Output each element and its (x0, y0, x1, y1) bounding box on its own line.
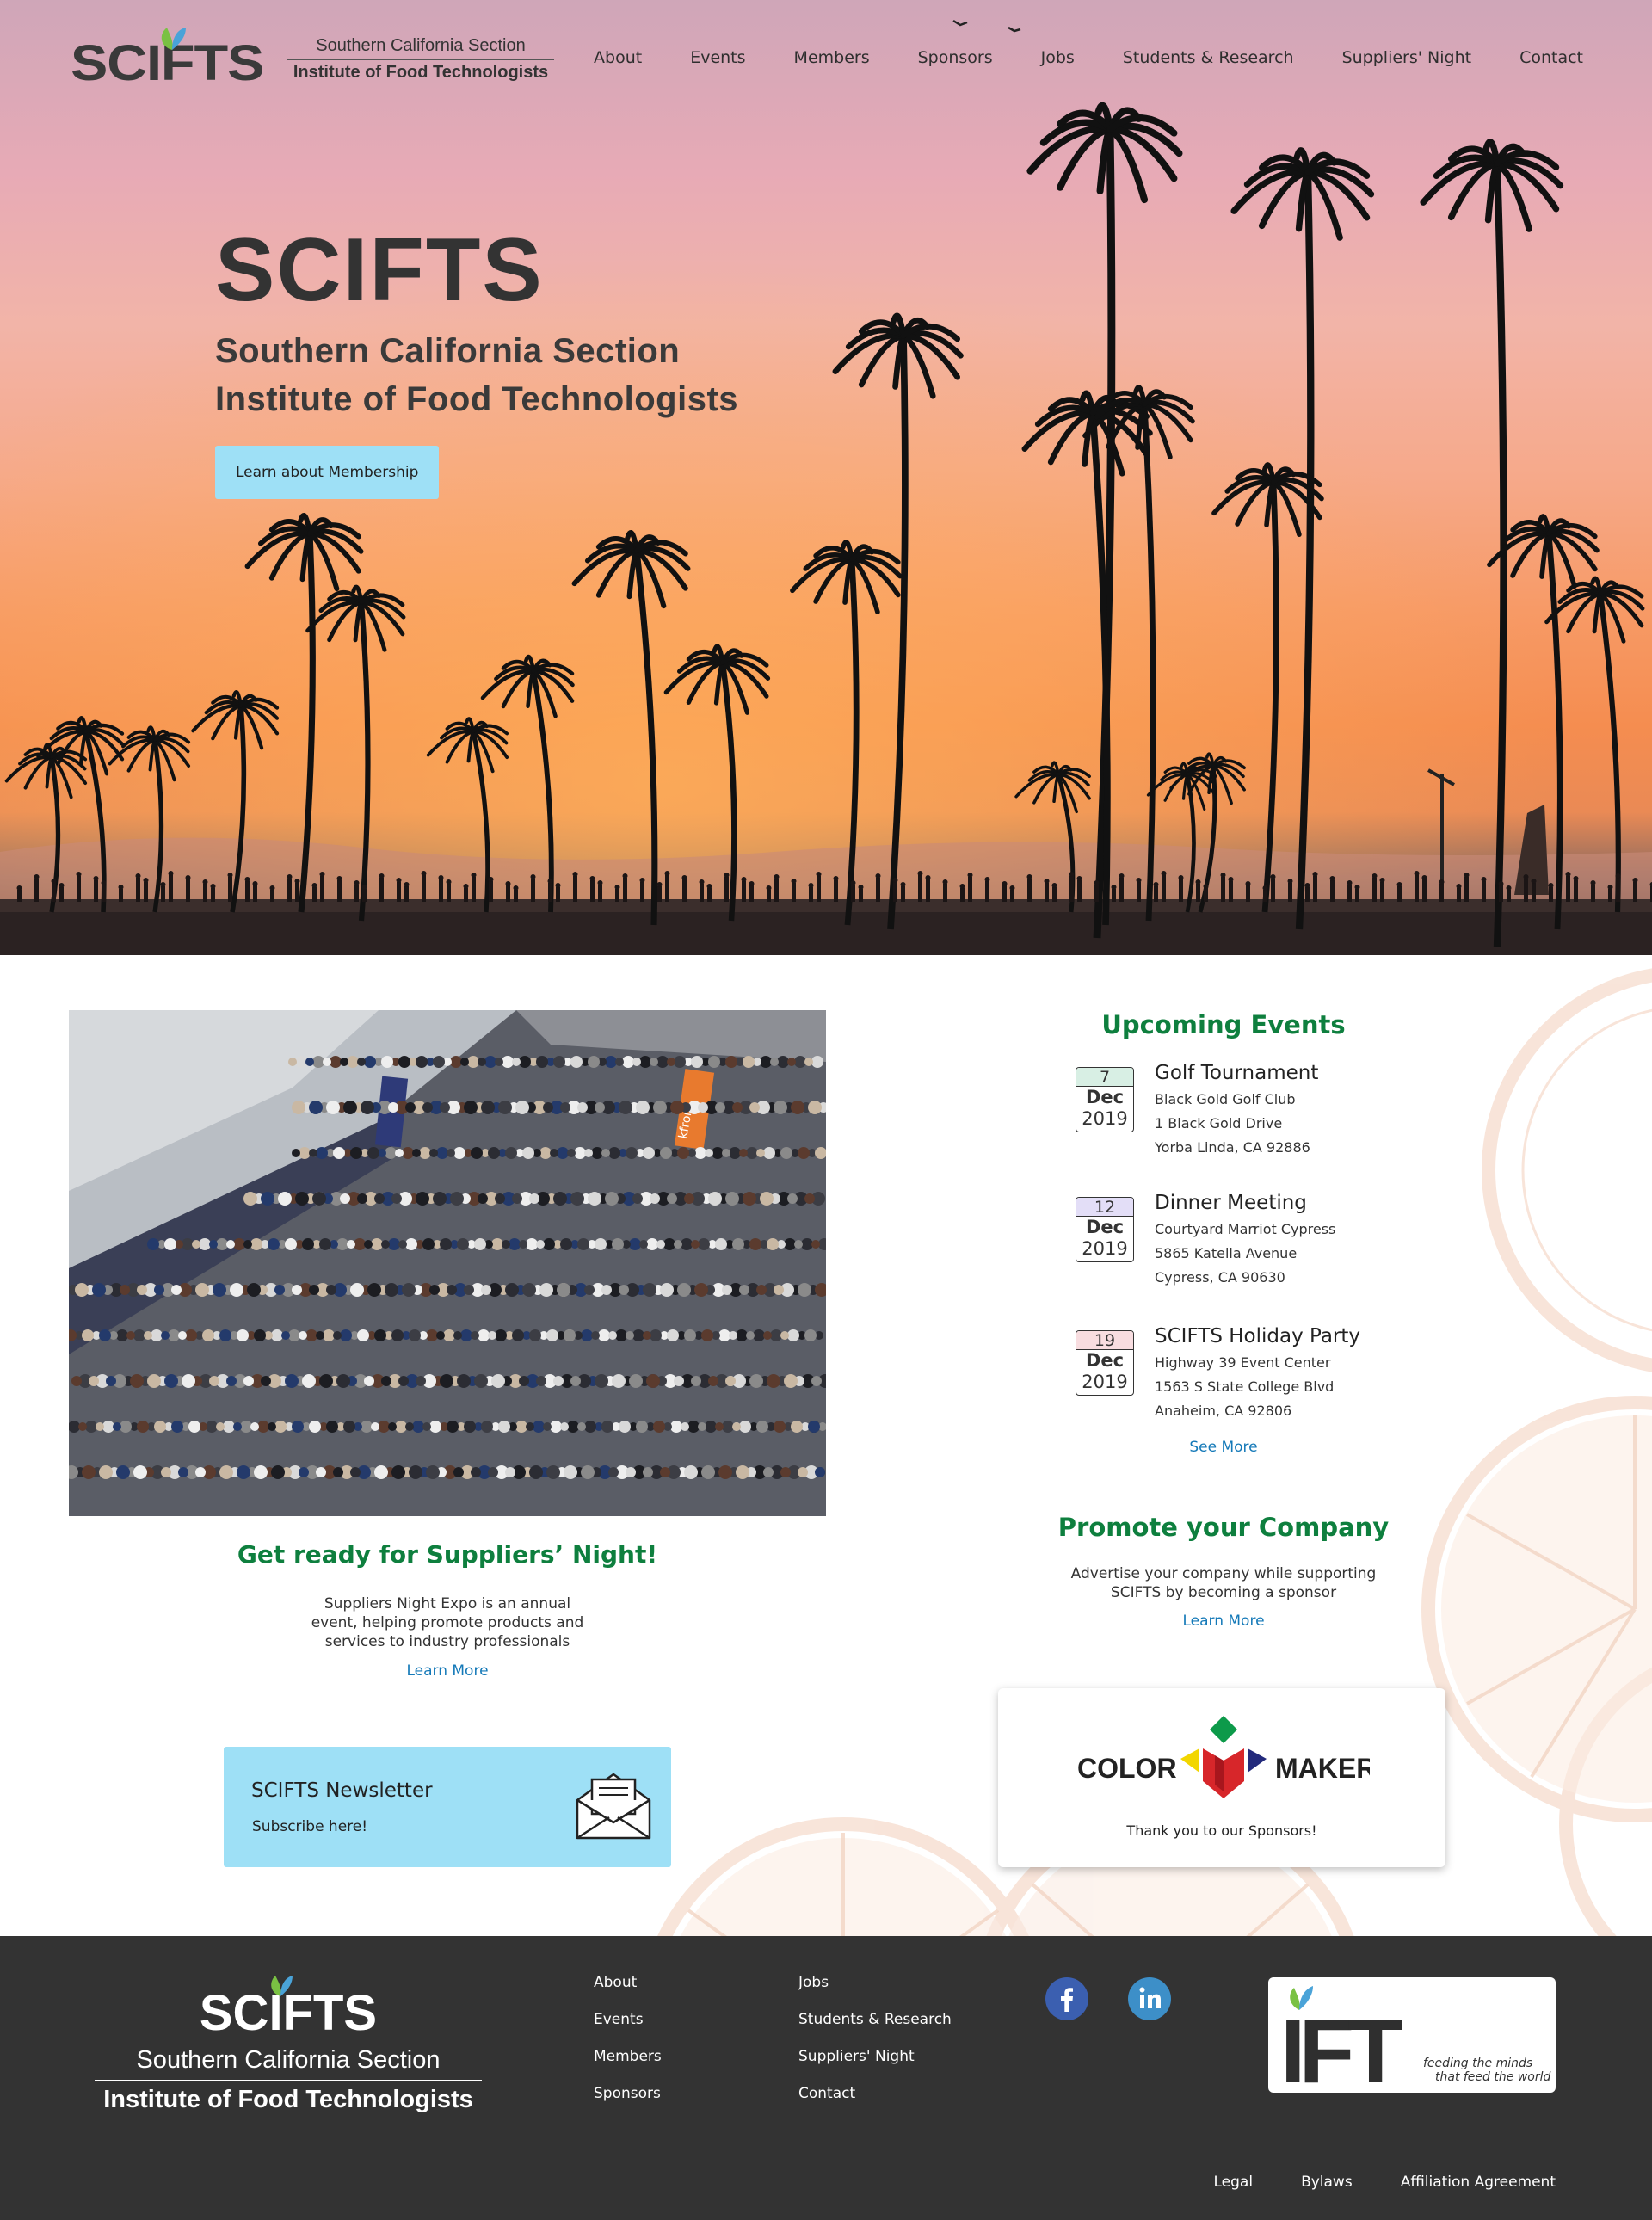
color-maker-logo: COLOR MAKER (1077, 1716, 1370, 1798)
nav-students-research[interactable]: Students & Research (1123, 48, 1294, 67)
ift-tagline-1: feeding the minds (1423, 2057, 1532, 2070)
sponsor-card[interactable]: COLOR MAKER Thank you to our Sponsors! (998, 1688, 1446, 1867)
logo-line1: Southern California Section (287, 36, 554, 60)
ift-logo-text: IFT (1280, 2001, 1402, 2093)
sponsor-logo-right: MAKER (1275, 1753, 1370, 1784)
event-day: 19 (1076, 1331, 1133, 1350)
suppliers-night-title: Get ready for Suppliers’ Night! (237, 1540, 658, 1569)
nav-sponsors[interactable]: Sponsors (918, 48, 993, 67)
event-month: Dec (1085, 1217, 1125, 1237)
promote-company-title: Promote your Company (1057, 1513, 1390, 1542)
event-item-holiday-party[interactable]: 19 Dec 2019 SCIFTS Holiday Party Highway… (1076, 1325, 1437, 1428)
event-street: 1563 S State College Blvd (1155, 1378, 1335, 1395)
membership-button[interactable]: Learn about Membership (215, 446, 440, 499)
footer-link-students-research[interactable]: Students & Research (798, 2011, 952, 2028)
bylaws-link[interactable]: Bylaws (1301, 2174, 1353, 2191)
event-month: Dec (1085, 1350, 1125, 1371)
event-street: 1 Black Gold Drive (1155, 1115, 1283, 1132)
suppliers-night-photo: kfront (69, 1010, 826, 1516)
footer-link-suppliers-night[interactable]: Suppliers' Night (798, 2048, 952, 2065)
promote-company-learn-more[interactable]: Learn More (1051, 1613, 1396, 1630)
footer-link-contact[interactable]: Contact (798, 2085, 952, 2102)
newsletter-title: SCIFTS Newsletter (251, 1779, 433, 1802)
footer-link-events[interactable]: Events (594, 2011, 662, 2028)
footer-nav-col2: Jobs Students & Research Suppliers' Nigh… (798, 1974, 952, 2122)
calendar-icon: 19 Dec 2019 (1076, 1330, 1134, 1396)
newsletter-signup[interactable]: SCIFTS Newsletter Subscribe here! (224, 1747, 671, 1867)
hero-section: SCIFTS Southern California Section Insti… (0, 0, 1652, 955)
sponsor-logo-left: COLOR (1077, 1753, 1177, 1784)
newsletter-subtitle: Subscribe here! (252, 1818, 368, 1835)
event-year: 2019 (1082, 1372, 1128, 1392)
legal-links: Legal Bylaws Affiliation Agreement (1165, 2174, 1556, 2191)
nav-contact[interactable]: Contact (1519, 48, 1583, 67)
event-year: 2019 (1082, 1108, 1128, 1129)
event-venue: Highway 39 Event Center (1155, 1354, 1331, 1371)
nav-events[interactable]: Events (690, 48, 745, 67)
event-item-golf-tournament[interactable]: 7 Dec 2019 Golf Tournament Black Gold Go… (1076, 1062, 1437, 1165)
nav-suppliers-night[interactable]: Suppliers' Night (1342, 48, 1472, 67)
expo-crowd-image: kfront (69, 1010, 826, 1516)
footer-nav-col1: About Events Members Sponsors (594, 1974, 662, 2122)
ift-logo-card[interactable]: IFT feeding the minds that feed the worl… (1268, 1977, 1556, 2102)
facebook-icon[interactable] (1045, 1977, 1088, 2020)
event-day: 12 (1076, 1198, 1133, 1217)
event-name: Golf Tournament (1155, 1062, 1319, 1084)
suppliers-night-learn-more[interactable]: Learn More (69, 1662, 826, 1680)
legal-link[interactable]: Legal (1213, 2174, 1253, 2191)
see-more-events-link[interactable]: See More (1051, 1439, 1396, 1456)
footer-link-jobs[interactable]: Jobs (798, 1974, 952, 1991)
footer-logo-line2: Institute of Food Technologists (103, 2086, 473, 2113)
ift-tagline-2: that feed the world (1435, 2070, 1550, 2084)
event-venue: Courtyard Marriot Cypress (1155, 1221, 1336, 1237)
envelope-icon (576, 1773, 651, 1840)
footer-logo[interactable]: SCIFTS Southern California Section Insti… (95, 1972, 482, 2114)
upcoming-events-title: Upcoming Events (1101, 1010, 1346, 1039)
hero-subtitle-line1: Southern California Section (215, 332, 681, 370)
event-month: Dec (1085, 1087, 1125, 1107)
site-logo[interactable]: SCIFTS Southern California Section Insti… (71, 24, 554, 93)
footer-link-members[interactable]: Members (594, 2048, 662, 2065)
hero-title: SCIFTS (215, 220, 544, 320)
event-venue: Black Gold Golf Club (1155, 1091, 1296, 1107)
footer-link-about[interactable]: About (594, 1974, 662, 1991)
affiliation-agreement-link[interactable]: Affiliation Agreement (1401, 2174, 1556, 2191)
leaf-icon (161, 28, 186, 50)
promote-company-description: Advertise your company while supporting … (1070, 1565, 1377, 1601)
suppliers-night-description: Suppliers Night Expo is an annual event,… (311, 1595, 584, 1650)
event-street: 5865 Katella Avenue (1155, 1245, 1298, 1261)
content-section: kfront Get ready for Suppliers’ Night! S… (0, 955, 1652, 1936)
event-city: Yorba Linda, CA 92886 (1155, 1139, 1310, 1156)
footer-logo-line1: Southern California Section (95, 2046, 482, 2081)
nav-jobs[interactable]: Jobs (1041, 48, 1075, 67)
calendar-icon: 7 Dec 2019 (1076, 1067, 1134, 1132)
footer-link-sponsors[interactable]: Sponsors (594, 2085, 662, 2102)
event-city: Anaheim, CA 92806 (1155, 1403, 1292, 1419)
nav-members[interactable]: Members (794, 48, 870, 67)
event-day: 7 (1076, 1068, 1133, 1087)
logo-line2: Institute of Food Technologists (293, 63, 549, 82)
ift-logo: IFT feeding the minds that feed the worl… (1280, 1986, 1550, 2102)
event-name: SCIFTS Holiday Party (1155, 1325, 1361, 1347)
hero-subtitle-line2: Institute of Food Technologists (215, 380, 739, 418)
nav-about[interactable]: About (594, 48, 642, 67)
leaf-icon (271, 1976, 293, 1996)
event-item-dinner-meeting[interactable]: 12 Dec 2019 Dinner Meeting Courtyard Mar… (1076, 1192, 1437, 1295)
linkedin-icon[interactable] (1128, 1977, 1171, 2020)
event-name: Dinner Meeting (1155, 1192, 1307, 1214)
hero-content: SCIFTS Southern California Section Insti… (215, 225, 921, 499)
main-nav: About Events Members Sponsors Jobs Stude… (594, 48, 1583, 67)
event-city: Cypress, CA 90630 (1155, 1269, 1285, 1286)
site-footer: SCIFTS Southern California Section Insti… (0, 1936, 1652, 2220)
calendar-icon: 12 Dec 2019 (1076, 1197, 1134, 1262)
event-year: 2019 (1082, 1238, 1128, 1259)
sponsor-thanks-text: Thank you to our Sponsors! (1126, 1822, 1317, 1839)
